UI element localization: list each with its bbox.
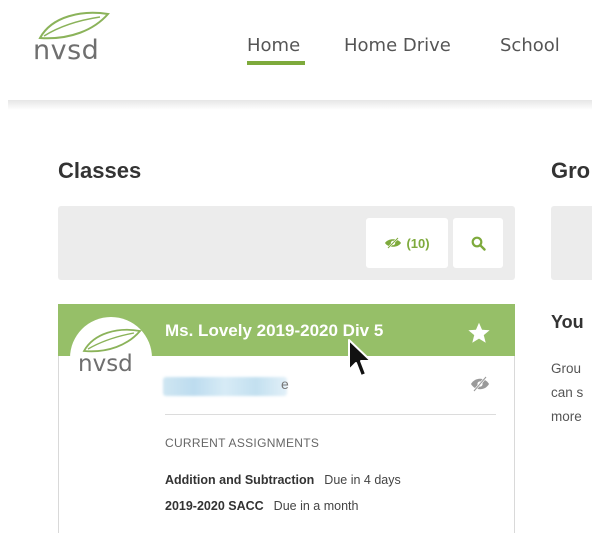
hidden-count: (10) bbox=[406, 235, 430, 251]
class-card-logo: nvsd bbox=[70, 317, 152, 399]
assignment-due: Due in 4 days bbox=[324, 473, 401, 487]
assignment-name[interactable]: 2019-2020 SACC bbox=[165, 499, 264, 513]
top-header: nvsd Home Home Drive School bbox=[0, 0, 592, 100]
teacher-name-redacted bbox=[163, 377, 287, 396]
groups-empty-text-line: can s bbox=[551, 385, 584, 400]
groups-title: Gro bbox=[551, 158, 591, 183]
show-hidden-classes-button[interactable]: (10) bbox=[366, 218, 448, 268]
card-logo-text: nvsd bbox=[78, 351, 133, 377]
favorite-button[interactable] bbox=[466, 320, 492, 346]
teacher-name-suffix: e bbox=[281, 376, 289, 392]
nav-home[interactable]: Home bbox=[247, 35, 300, 56]
groups-empty-title: You bbox=[551, 312, 584, 332]
nav-active-indicator bbox=[247, 61, 305, 65]
star-icon bbox=[468, 322, 490, 343]
card-divider bbox=[165, 414, 496, 415]
nav-home-drive[interactable]: Home Drive bbox=[344, 35, 451, 56]
classes-title: Classes bbox=[58, 158, 142, 183]
groups-empty-text-line: Grou bbox=[551, 361, 582, 376]
assignment-row: 2019-2020 SACC Due in a month bbox=[165, 499, 358, 513]
groups-empty-text-line: more bbox=[551, 409, 582, 424]
search-classes-button[interactable] bbox=[453, 218, 503, 268]
hide-class-button[interactable] bbox=[470, 376, 490, 392]
assignment-name[interactable]: Addition and Subtraction bbox=[165, 473, 314, 487]
header-shadow bbox=[8, 100, 592, 110]
logo-text: nvsd bbox=[33, 35, 100, 66]
assignment-due: Due in a month bbox=[273, 499, 359, 513]
nav-school[interactable]: School bbox=[500, 35, 560, 56]
eye-slash-icon bbox=[385, 237, 402, 249]
current-assignments-label: CURRENT ASSIGNMENTS bbox=[165, 436, 320, 450]
assignment-row: Addition and Subtraction Due in 4 days bbox=[165, 473, 401, 487]
eye-slash-icon bbox=[471, 376, 489, 392]
search-icon bbox=[471, 236, 486, 251]
nvsd-logo[interactable]: nvsd bbox=[30, 8, 120, 78]
mouse-pointer-icon bbox=[348, 339, 372, 377]
groups-toolbar bbox=[551, 206, 592, 280]
